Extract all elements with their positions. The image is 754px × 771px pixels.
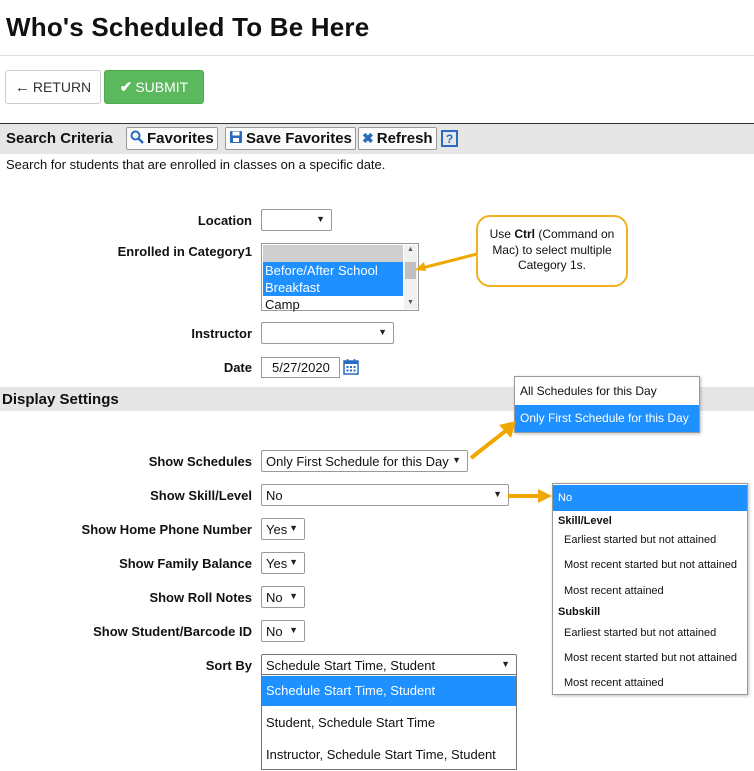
- favorites-label: Favorites: [147, 130, 214, 147]
- save-favorites-button[interactable]: Save Favorites: [225, 127, 356, 150]
- category1-option-camp[interactable]: Camp: [263, 296, 403, 313]
- subskill-option-most-recent-started[interactable]: Most recent started but not attained: [553, 652, 747, 664]
- show-roll-notes-select[interactable]: No ▼: [261, 586, 305, 608]
- show-student-barcode-label: Show Student/Barcode ID: [93, 624, 252, 639]
- sort-by-value: Schedule Start Time, Student: [266, 657, 436, 673]
- show-student-barcode-value: No: [266, 623, 283, 639]
- submit-label: SUBMIT: [135, 79, 189, 95]
- skill-level-dropdown-list: No Skill/Level Earliest started but not …: [552, 483, 748, 695]
- show-schedules-select[interactable]: Only First Schedule for this Day ▼: [261, 450, 468, 472]
- location-label: Location: [197, 213, 252, 228]
- skill-option-earliest-started[interactable]: Earliest started but not attained: [553, 534, 747, 546]
- sort-by-dropdown-list: Schedule Start Time, Student Student, Sc…: [261, 674, 517, 770]
- return-button[interactable]: ← RETURN: [5, 70, 101, 104]
- page-title: Who's Scheduled To Be Here: [6, 12, 370, 42]
- schedules-option-first[interactable]: Only First Schedule for this Day: [515, 405, 699, 432]
- sort-by-select[interactable]: Schedule Start Time, Student ▼: [261, 654, 517, 676]
- submit-button[interactable]: ✔ SUBMIT: [104, 70, 204, 104]
- search-icon: [130, 130, 144, 147]
- show-skill-level-select[interactable]: No ▼: [261, 484, 509, 506]
- search-description: Search for students that are enrolled in…: [6, 157, 386, 172]
- instructor-select[interactable]: ▼: [261, 322, 394, 344]
- sort-option-instructor-schedule-student[interactable]: Instructor, Schedule Start Time, Student: [262, 747, 516, 762]
- subskill-option-most-recent-attained[interactable]: Most recent attained: [553, 677, 747, 689]
- show-family-balance-value: Yes: [266, 555, 288, 571]
- favorites-button[interactable]: Favorites: [126, 127, 218, 150]
- show-skill-level-value: No: [266, 487, 283, 503]
- callout-prefix: Use: [489, 227, 515, 241]
- scroll-down-icon[interactable]: ▼: [404, 299, 417, 306]
- sort-by-label: Sort By: [205, 658, 252, 673]
- show-skill-level-label: Show Skill/Level: [150, 488, 252, 503]
- date-input[interactable]: 5/27/2020: [261, 357, 340, 378]
- show-family-balance-select[interactable]: Yes ▼: [261, 552, 305, 574]
- date-label: Date: [223, 360, 252, 375]
- sort-option-student-schedule-start[interactable]: Student, Schedule Start Time: [262, 715, 516, 730]
- callout-arrow: [415, 252, 478, 271]
- category1-option-before-after-school[interactable]: Before/After School: [263, 262, 403, 279]
- dropdown-arrow-icon: ▼: [289, 591, 298, 601]
- return-label: RETURN: [32, 79, 92, 95]
- title-divider: [0, 55, 754, 56]
- show-roll-notes-value: No: [266, 589, 283, 605]
- skill-group-subskill: Subskill: [558, 606, 601, 618]
- refresh-x-icon: ✖: [362, 130, 374, 146]
- save-favorites-label: Save Favorites: [246, 130, 352, 147]
- schedules-dropdown-list: All Schedules for this Day Only First Sc…: [514, 376, 700, 433]
- category1-label: Enrolled in Category1: [117, 244, 252, 259]
- skill-option-most-recent-started[interactable]: Most recent started but not attained: [553, 559, 747, 571]
- schedules-option-all[interactable]: All Schedules for this Day: [515, 384, 699, 400]
- show-home-phone-label: Show Home Phone Number: [81, 522, 252, 537]
- help-icon[interactable]: ?: [441, 130, 458, 147]
- refresh-button[interactable]: ✖ Refresh: [358, 127, 437, 150]
- category1-option-breakfast[interactable]: Breakfast: [263, 279, 403, 296]
- show-roll-notes-label: Show Roll Notes: [149, 590, 252, 605]
- category1-listbox[interactable]: Before/After School Breakfast Camp ▲ ▼: [261, 243, 419, 313]
- dropdown-arrow-icon: ▼: [493, 489, 502, 499]
- location-select[interactable]: ▼: [261, 209, 332, 231]
- calendar-icon[interactable]: [343, 358, 359, 375]
- category1-option-blank[interactable]: [263, 245, 403, 262]
- dropdown-arrow-icon: ▼: [316, 214, 325, 224]
- show-schedules-value: Only First Schedule for this Day: [266, 453, 449, 469]
- skill-option-most-recent-attained[interactable]: Most recent attained: [553, 585, 747, 597]
- callout-ctrl: Ctrl: [514, 227, 535, 241]
- dropdown-arrow-icon: ▼: [289, 523, 298, 533]
- search-criteria-title: Search Criteria: [6, 130, 113, 147]
- show-student-barcode-select[interactable]: No ▼: [261, 620, 305, 642]
- display-settings-title: Display Settings: [2, 391, 119, 408]
- ctrl-select-callout: Use Ctrl (Command on Mac) to select mult…: [476, 215, 628, 287]
- save-icon: [229, 130, 243, 147]
- subskill-option-earliest-started[interactable]: Earliest started but not attained: [553, 627, 747, 639]
- dropdown-arrow-icon: ▼: [378, 327, 387, 337]
- skill-group-skill-level: Skill/Level: [558, 515, 612, 527]
- dropdown-arrow-icon: ▼: [289, 557, 298, 567]
- refresh-label: Refresh: [376, 130, 433, 147]
- dropdown-arrow-icon: ▼: [452, 455, 461, 465]
- check-icon: ✔: [119, 79, 133, 96]
- sort-option-schedule-start-student[interactable]: Schedule Start Time, Student: [262, 676, 516, 706]
- dropdown-arrow-icon: ▼: [289, 625, 298, 635]
- skill-option-no[interactable]: No: [553, 485, 747, 511]
- schedules-annotation-arrow: [469, 421, 516, 460]
- skill-annotation-arrow: [508, 489, 552, 503]
- show-home-phone-value: Yes: [266, 521, 288, 537]
- show-home-phone-select[interactable]: Yes ▼: [261, 518, 305, 540]
- show-schedules-label: Show Schedules: [148, 454, 252, 469]
- instructor-label: Instructor: [191, 326, 252, 341]
- show-family-balance-label: Show Family Balance: [119, 556, 252, 571]
- dropdown-arrow-icon: ▼: [501, 659, 510, 669]
- arrow-left-icon: ←: [14, 78, 30, 96]
